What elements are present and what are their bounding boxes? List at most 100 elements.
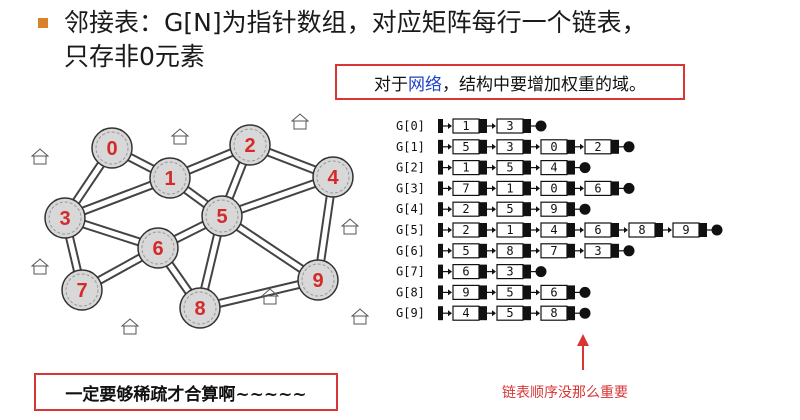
- list-node-value: 8: [638, 223, 645, 237]
- list-node-value: 1: [506, 223, 513, 237]
- graph-node-6: 6: [137, 227, 179, 269]
- graph-node-5: 5: [201, 195, 243, 237]
- next-pointer: [523, 223, 531, 237]
- list-node-value: 8: [550, 306, 557, 320]
- adjacency-row: G[4] 2 5 9: [396, 201, 591, 217]
- next-pointer: [479, 139, 487, 154]
- head-pointer: [438, 306, 443, 321]
- list-node-value: 7: [550, 244, 557, 258]
- list-node-value: 7: [462, 181, 469, 195]
- list-node-value: 6: [550, 285, 557, 299]
- list-node-value: 1: [506, 181, 513, 195]
- graph-node-2: 2: [229, 124, 271, 166]
- next-pointer: [567, 139, 575, 154]
- head-pointer: [438, 285, 443, 300]
- next-pointer: [479, 181, 487, 196]
- row-label: G[8]: [396, 285, 425, 299]
- node-label: 2: [244, 135, 255, 157]
- next-pointer: [567, 160, 575, 175]
- list-node-value: 5: [506, 285, 513, 299]
- next-pointer: [523, 243, 531, 258]
- head-pointer: [438, 119, 443, 133]
- node-label: 7: [76, 280, 87, 302]
- node-label: 1: [164, 168, 175, 190]
- row-label: G[3]: [396, 181, 425, 195]
- graph-node-8: 8: [179, 287, 221, 329]
- next-pointer: [523, 119, 531, 133]
- row-label: G[0]: [396, 119, 425, 133]
- list-node-value: 2: [462, 223, 469, 237]
- next-pointer: [479, 119, 487, 133]
- head-pointer: [438, 264, 443, 279]
- null-terminator: [579, 286, 591, 298]
- list-node-value: 1: [462, 161, 469, 175]
- row-label: G[5]: [396, 223, 425, 237]
- next-pointer: [611, 181, 619, 196]
- list-node-value: 5: [506, 161, 513, 175]
- adjacency-row: G[0] 1 3: [396, 118, 547, 134]
- next-pointer: [523, 181, 531, 196]
- head-pointer: [438, 243, 443, 258]
- null-terminator: [623, 182, 635, 194]
- next-pointer: [655, 223, 663, 237]
- list-node-value: 1: [462, 119, 469, 133]
- list-node-value: 5: [506, 202, 513, 216]
- next-pointer: [523, 202, 531, 217]
- adjacency-row: G[6] 5 8 7 3: [396, 243, 635, 259]
- row-label: G[6]: [396, 244, 425, 258]
- list-node-value: 5: [462, 244, 469, 258]
- list-node-value: 3: [506, 140, 513, 154]
- null-terminator: [579, 307, 591, 319]
- scenery-icon: [30, 148, 50, 165]
- node-label: 3: [59, 208, 70, 230]
- list-node-value: 4: [550, 161, 557, 175]
- null-terminator: [579, 162, 591, 174]
- row-label: G[7]: [396, 265, 425, 279]
- next-pointer: [479, 264, 487, 279]
- next-pointer: [567, 223, 575, 237]
- head-pointer: [438, 202, 443, 217]
- list-node-value: 0: [550, 181, 557, 195]
- node-label: 9: [312, 270, 323, 292]
- row-label: G[9]: [396, 306, 425, 320]
- next-pointer: [523, 264, 531, 279]
- next-pointer: [479, 160, 487, 175]
- node-label: 5: [216, 206, 227, 228]
- adjacency-row: G[2] 1 5 4: [396, 160, 591, 176]
- adjacency-row: G[7] 6 3: [396, 264, 547, 280]
- list-node-value: 0: [550, 140, 557, 154]
- head-pointer: [438, 139, 443, 154]
- row-label: G[2]: [396, 161, 425, 175]
- next-pointer: [479, 285, 487, 300]
- head-pointer: [438, 160, 443, 175]
- adjacency-row: G[1] 5 3 0 2: [396, 139, 635, 155]
- null-terminator: [535, 120, 547, 132]
- adjacency-lists: G[0] 1 3G[1] 5 3 0 2G[2] 1 5 4G[3] 7 1 0 6G[4] 2 5 9G[5]…: [396, 118, 723, 321]
- sparsity-callout: 一定要够稀疏才合算啊~~~~~: [34, 373, 338, 411]
- null-terminator: [711, 224, 723, 236]
- list-node-value: 6: [462, 265, 469, 279]
- node-label: 8: [194, 298, 205, 320]
- next-pointer: [523, 306, 531, 321]
- adjacency-row: G[5] 2 1 4 6 8 9: [396, 222, 723, 238]
- list-node-value: 3: [594, 244, 601, 258]
- next-pointer: [567, 243, 575, 258]
- null-terminator: [623, 141, 635, 153]
- null-terminator: [535, 266, 547, 278]
- next-pointer: [611, 139, 619, 154]
- head-pointer: [438, 181, 443, 196]
- scenery-icon: [170, 128, 190, 145]
- row-label: G[4]: [396, 202, 425, 216]
- scenery-icon: [340, 218, 360, 235]
- next-pointer: [699, 223, 707, 237]
- adjacency-row: G[3] 7 1 0 6: [396, 180, 635, 196]
- head-pointer: [438, 223, 443, 237]
- list-node-value: 9: [550, 202, 557, 216]
- list-node-value: 2: [594, 140, 601, 154]
- red-arrow-icon: [577, 334, 589, 370]
- next-pointer: [567, 181, 575, 196]
- node-label: 6: [152, 238, 163, 260]
- diagram-canvas: 0 1 2 3 4 5 6 7 8 9 G[0] 1 3 G[1] 5 3 0 2 G[2] 1 5 4 G[3] 7 1 0 6…: [30, 113, 723, 370]
- list-node-value: 6: [594, 223, 601, 237]
- adjacency-row: G[8] 9 5 6: [396, 284, 591, 300]
